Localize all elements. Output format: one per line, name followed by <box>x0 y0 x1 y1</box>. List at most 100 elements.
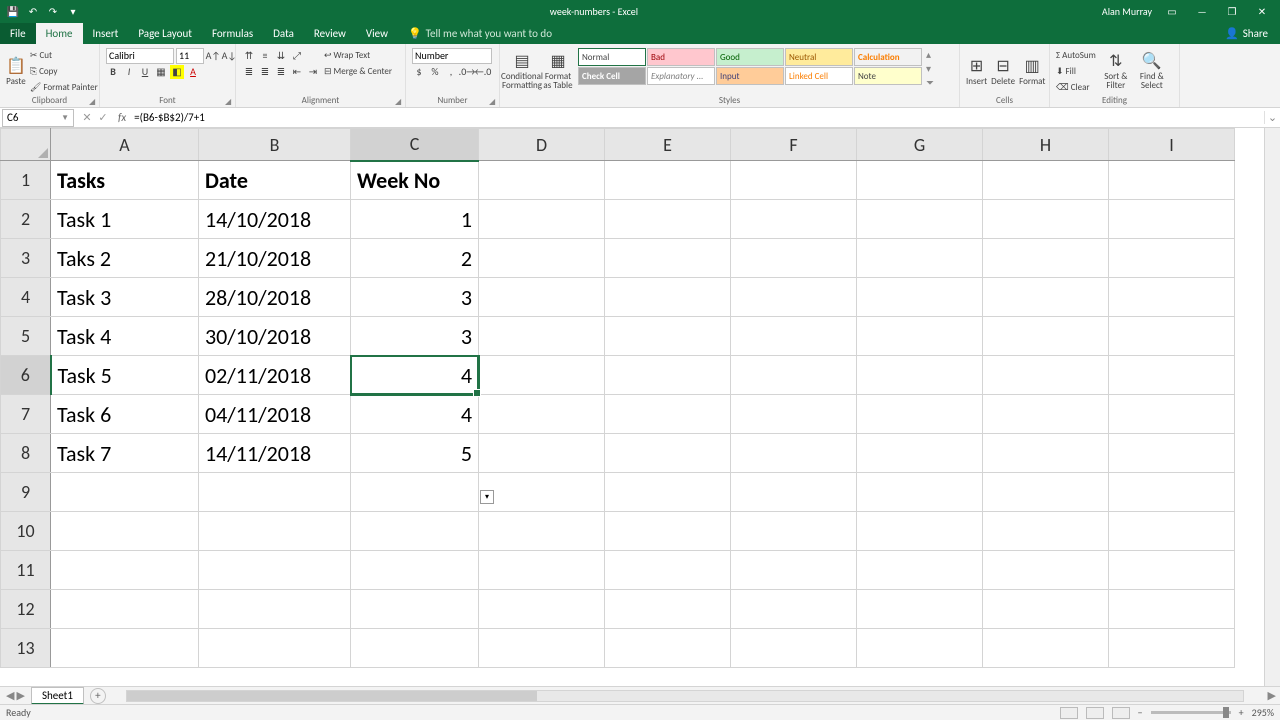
autofill-options-icon[interactable]: ▾ <box>480 490 494 504</box>
page-break-view-icon[interactable] <box>1112 707 1130 719</box>
vertical-scrollbar[interactable] <box>1264 128 1280 686</box>
conditional-formatting-button[interactable]: ▤Conditional Formatting <box>506 48 538 96</box>
font-name-select[interactable] <box>106 48 174 64</box>
cell-A2[interactable]: Task 1 <box>51 200 199 239</box>
row-header-6[interactable]: 6 <box>1 356 51 395</box>
cell-A7[interactable]: Task 6 <box>51 395 199 434</box>
underline-button[interactable]: U <box>138 65 152 79</box>
delete-cells-button[interactable]: ⊟Delete <box>991 48 1015 96</box>
cell-B7[interactable]: 04/11/2018 <box>199 395 351 434</box>
spreadsheet-grid[interactable]: A B C D E F G H I 1 Tasks Date Week No 2… <box>0 128 1280 686</box>
increase-decimal-icon[interactable]: .0→ <box>460 65 474 79</box>
maximize-icon[interactable]: ❐ <box>1222 5 1242 18</box>
cell-A4[interactable]: Task 3 <box>51 278 199 317</box>
insert-cells-button[interactable]: ⊞Insert <box>966 48 987 96</box>
cell-A6[interactable]: Task 5 <box>51 356 199 395</box>
cell-C6[interactable]: 4 <box>351 356 479 395</box>
row-header-2[interactable]: 2 <box>1 200 51 239</box>
close-icon[interactable]: ✕ <box>1252 5 1272 18</box>
minimize-icon[interactable]: — <box>1192 5 1212 18</box>
font-launcher[interactable]: ◢ <box>225 97 233 105</box>
format-as-table-button[interactable]: ▦Format as Table <box>542 48 574 96</box>
cell-C2[interactable]: 1 <box>351 200 479 239</box>
sheet-nav-next-icon[interactable]: ▶ <box>16 689 24 702</box>
cell-C3[interactable]: 2 <box>351 239 479 278</box>
decrease-indent-icon[interactable]: ⇤ <box>290 65 304 79</box>
col-header-D[interactable]: D <box>479 129 605 161</box>
zoom-out-icon[interactable]: − <box>1138 706 1143 719</box>
cell-A3[interactable]: Taks 2 <box>51 239 199 278</box>
number-launcher[interactable]: ◢ <box>489 97 497 105</box>
tab-formulas[interactable]: Formulas <box>202 23 263 44</box>
qat-customize-icon[interactable]: ▾ <box>66 4 80 18</box>
enter-formula-icon[interactable]: ✓ <box>96 111 110 124</box>
row-header-11[interactable]: 11 <box>1 551 51 590</box>
redo-icon[interactable]: ↷ <box>46 4 60 18</box>
decrease-decimal-icon[interactable]: ←.0 <box>476 65 490 79</box>
italic-button[interactable]: I <box>122 65 136 79</box>
align-right-icon[interactable]: ≣ <box>274 65 288 79</box>
row-header-9[interactable]: 9 <box>1 473 51 512</box>
decrease-font-icon[interactable]: A↓ <box>222 49 236 63</box>
tab-data[interactable]: Data <box>263 23 304 44</box>
col-header-G[interactable]: G <box>857 129 983 161</box>
format-painter-button[interactable]: 🖌Format Painter <box>30 80 98 95</box>
style-input[interactable]: Input <box>716 67 784 85</box>
fx-icon[interactable]: fx <box>114 111 130 124</box>
merge-center-button[interactable]: ⊟Merge & Center <box>324 64 392 79</box>
alignment-launcher[interactable]: ◢ <box>395 97 403 105</box>
formula-expand-icon[interactable]: ⌄ <box>1264 111 1280 124</box>
align-top-icon[interactable]: ⇈ <box>242 49 256 63</box>
cell-B2[interactable]: 14/10/2018 <box>199 200 351 239</box>
style-check-cell[interactable]: Check Cell <box>578 67 646 85</box>
cell-C5[interactable]: 3 <box>351 317 479 356</box>
cell-C7[interactable]: 4 <box>351 395 479 434</box>
find-select-button[interactable]: 🔍Find & Select <box>1136 48 1168 96</box>
col-header-A[interactable]: A <box>51 129 199 161</box>
font-color-button[interactable]: A <box>186 65 200 79</box>
col-header-E[interactable]: E <box>605 129 731 161</box>
sheet-nav-prev-icon[interactable]: ◀ <box>6 689 14 702</box>
style-calculation[interactable]: Calculation <box>854 48 922 66</box>
save-icon[interactable]: 💾 <box>6 4 20 18</box>
col-header-C[interactable]: C <box>351 129 479 161</box>
row-header-10[interactable]: 10 <box>1 512 51 551</box>
style-note[interactable]: Note <box>854 67 922 85</box>
tab-home[interactable]: Home <box>36 23 83 44</box>
cell-B6[interactable]: 02/11/2018 <box>199 356 351 395</box>
cell-D1[interactable] <box>479 161 605 200</box>
styles-scroll-up-icon[interactable]: ▴ <box>926 48 934 61</box>
undo-icon[interactable]: ↶ <box>26 4 40 18</box>
fill-button[interactable]: ⬇Fill <box>1056 64 1096 79</box>
col-header-H[interactable]: H <box>983 129 1109 161</box>
style-normal[interactable]: Normal <box>578 48 646 66</box>
tell-me[interactable]: 💡 Tell me what you want to do <box>398 23 562 44</box>
sort-filter-button[interactable]: ⇅Sort & Filter <box>1100 48 1132 96</box>
style-explanatory[interactable]: Explanatory ... <box>647 67 715 85</box>
row-header-13[interactable]: 13 <box>1 629 51 668</box>
col-header-F[interactable]: F <box>731 129 857 161</box>
tab-file[interactable]: File <box>0 23 36 44</box>
select-all-corner[interactable] <box>1 129 51 161</box>
cell-C1[interactable]: Week No <box>351 161 479 200</box>
number-format-select[interactable] <box>412 48 492 64</box>
page-layout-view-icon[interactable] <box>1086 707 1104 719</box>
cell-A8[interactable]: Task 7 <box>51 434 199 473</box>
normal-view-icon[interactable] <box>1060 707 1078 719</box>
copy-button[interactable]: ⎘Copy <box>30 64 98 79</box>
styles-more-icon[interactable]: ⏷ <box>926 76 934 89</box>
horizontal-scrollbar[interactable] <box>126 690 1244 702</box>
row-header-7[interactable]: 7 <box>1 395 51 434</box>
share-button[interactable]: 👤 Share <box>1213 23 1280 44</box>
styles-scroll-down-icon[interactable]: ▾ <box>926 62 934 75</box>
cell-B3[interactable]: 21/10/2018 <box>199 239 351 278</box>
style-bad[interactable]: Bad <box>647 48 715 66</box>
font-size-select[interactable] <box>176 48 204 64</box>
bold-button[interactable]: B <box>106 65 120 79</box>
tab-view[interactable]: View <box>356 23 398 44</box>
wrap-text-button[interactable]: ↩Wrap Text <box>324 48 392 63</box>
align-left-icon[interactable]: ≣ <box>242 65 256 79</box>
increase-font-icon[interactable]: A↑ <box>206 49 220 63</box>
cell-styles-gallery[interactable]: Normal Bad Good Neutral Calculation Chec… <box>578 48 922 85</box>
zoom-in-icon[interactable]: + <box>1239 706 1244 719</box>
